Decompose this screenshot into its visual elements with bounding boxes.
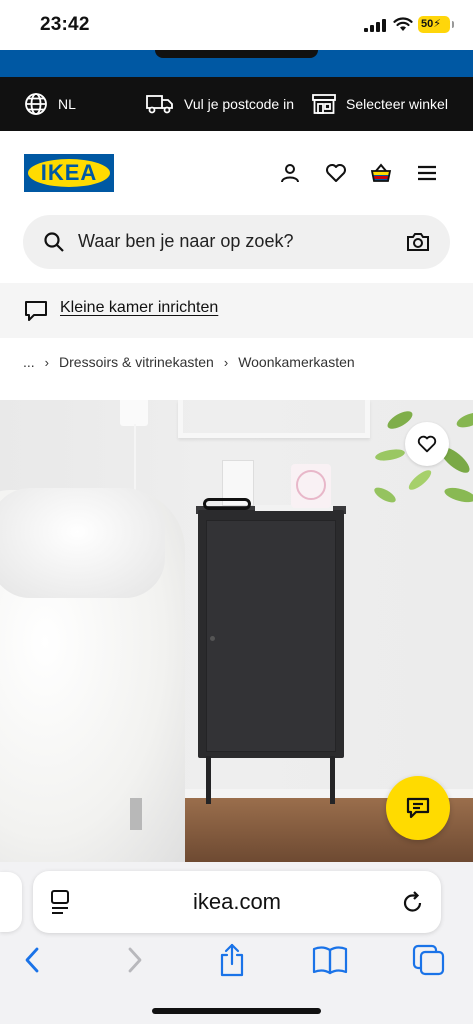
- camera-search-icon[interactable]: [406, 231, 430, 253]
- wifi-icon: [393, 17, 413, 31]
- home-indicator[interactable]: [152, 1008, 321, 1014]
- book-icon: [312, 946, 348, 975]
- bookmarks-button[interactable]: [312, 942, 348, 978]
- inspiration-banner: Kleine kamer inrichten: [0, 283, 473, 338]
- battery-level: 50: [421, 18, 434, 30]
- account-icon[interactable]: [278, 161, 302, 185]
- alarm-clock: [291, 464, 331, 508]
- promo-banner[interactable]: [0, 50, 473, 77]
- small-room-link[interactable]: Kleine kamer inrichten: [60, 299, 218, 317]
- speech-bubble-icon: [25, 301, 47, 321]
- breadcrumb-living-room-cabinets[interactable]: Woonkamerkasten: [238, 354, 354, 370]
- menu-hamburger-icon[interactable]: [415, 161, 439, 185]
- heart-icon: [417, 435, 437, 453]
- chevron-right-icon: ›: [44, 354, 50, 370]
- tabs-button[interactable]: [411, 942, 447, 978]
- share-button[interactable]: [214, 942, 250, 978]
- battery-icon: 50⚡: [418, 16, 454, 33]
- url-text: ikea.com: [192, 889, 282, 914]
- search-bar[interactable]: Waar ben je naar op zoek?: [23, 215, 450, 269]
- reload-icon[interactable]: [401, 889, 425, 915]
- chevron-right-icon: [128, 947, 142, 973]
- utility-bar: NL Vul je postcode in Selecteer winkel: [0, 77, 473, 131]
- ikea-logo[interactable]: IKEA: [24, 154, 114, 192]
- shopping-basket-icon[interactable]: [369, 161, 393, 185]
- charging-bolt-icon: ⚡: [433, 18, 441, 30]
- chevron-right-icon: ›: [223, 354, 229, 370]
- chat-button[interactable]: [386, 776, 450, 840]
- forward-button[interactable]: [117, 942, 153, 978]
- delivery-truck-icon: [146, 95, 173, 114]
- previous-tab-card[interactable]: [0, 872, 22, 932]
- store-selector[interactable]: Selecteer winkel: [312, 77, 448, 131]
- site-header: IKEA Waar ben je naar op zoek?: [0, 131, 473, 283]
- chat-bubble-icon: [406, 797, 430, 819]
- cellular-signal-icon: [364, 19, 386, 32]
- breadcrumb-dressers[interactable]: Dressoirs & vitrinekasten: [59, 354, 214, 370]
- status-bar: 23:42 50⚡: [0, 0, 473, 50]
- postcode-selector[interactable]: Vul je postcode in: [146, 77, 294, 131]
- search-input[interactable]: Waar ben je naar op zoek?: [78, 231, 293, 252]
- browser-toolbar: ikea.com: [0, 862, 473, 1024]
- status-time: 23:42: [40, 14, 90, 35]
- add-to-favorites-button[interactable]: [405, 422, 449, 466]
- store-label: Selecteer winkel: [346, 96, 448, 112]
- search-icon: [44, 232, 64, 252]
- breadcrumb: ... › Dressoirs & vitrinekasten › Woonka…: [23, 352, 355, 372]
- address-bar[interactable]: ikea.com: [33, 871, 441, 933]
- pillow: [0, 488, 165, 598]
- share-icon: [220, 943, 244, 977]
- store-icon: [312, 94, 336, 114]
- promo-pill: [155, 50, 318, 58]
- chevron-left-icon: [25, 947, 39, 973]
- cabinet-door: [206, 520, 336, 752]
- language-label: NL: [58, 96, 76, 112]
- globe-icon: [25, 93, 47, 115]
- wall-lamp: [120, 400, 148, 426]
- wall-frame: [178, 400, 370, 438]
- logo-text: IKEA: [40, 160, 98, 185]
- language-selector[interactable]: NL: [24, 77, 76, 131]
- postcode-label: Vul je postcode in: [184, 96, 294, 112]
- eyeglasses: [203, 498, 251, 510]
- breadcrumb-ellipsis[interactable]: ...: [23, 354, 35, 370]
- tabs-icon: [412, 944, 445, 976]
- favorites-heart-icon[interactable]: [324, 161, 348, 185]
- back-button[interactable]: [14, 942, 50, 978]
